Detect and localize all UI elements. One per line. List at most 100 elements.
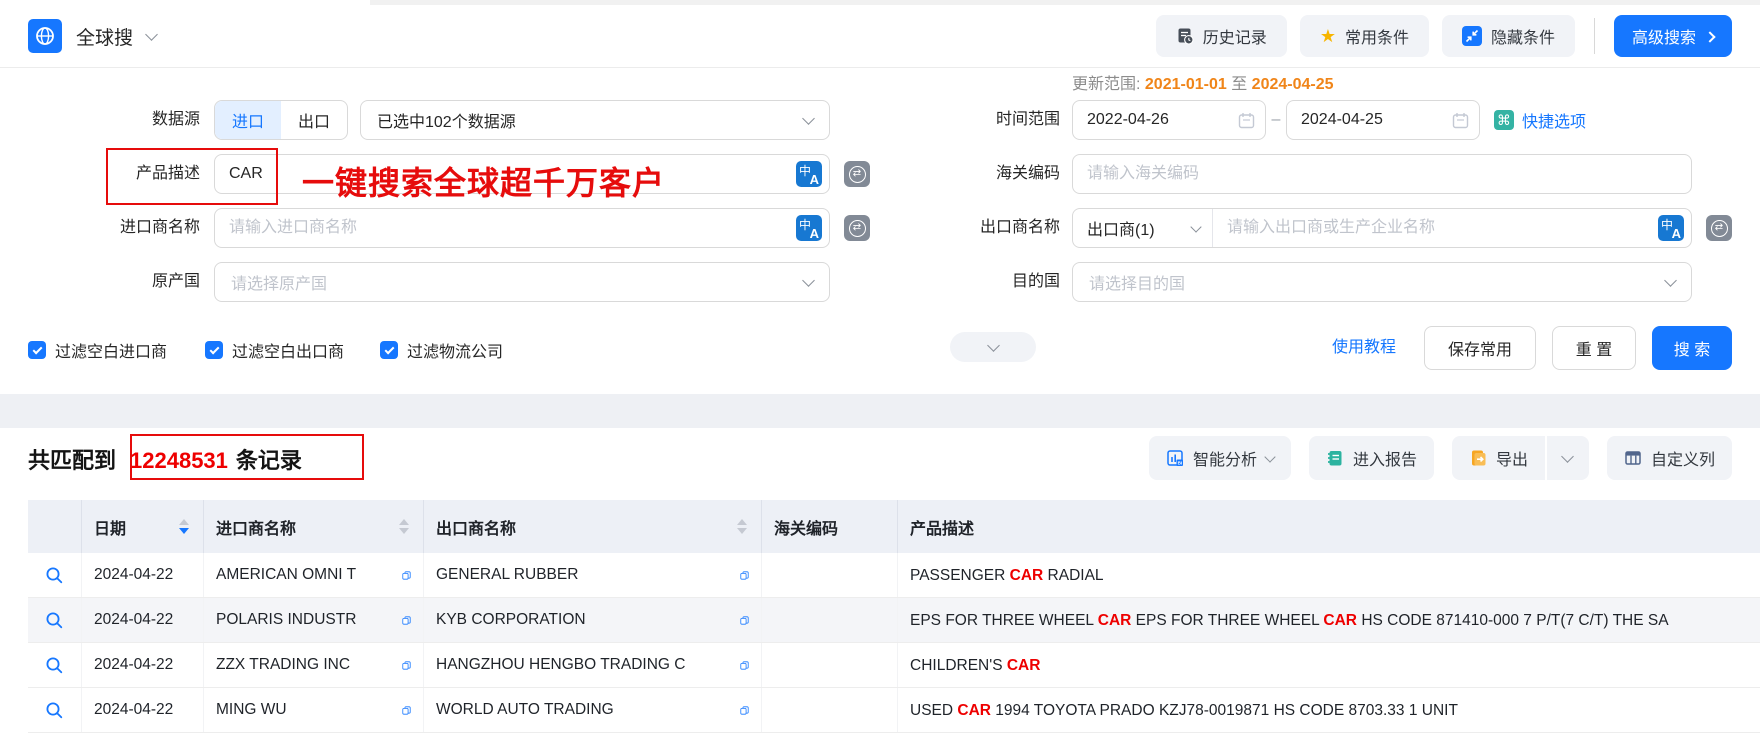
translate-icon[interactable]: 中A bbox=[796, 161, 822, 187]
copy-icon[interactable] bbox=[394, 567, 411, 584]
row-exporter-cell: KYB CORPORATION bbox=[424, 598, 762, 642]
sort-control-date[interactable] bbox=[179, 519, 193, 534]
expand-more-conditions-button[interactable] bbox=[950, 332, 1036, 362]
table-row[interactable]: 2024-04-22 POLARIS INDUSTR KYB CORPORATI… bbox=[28, 598, 1760, 643]
exporter-name-input[interactable] bbox=[1213, 209, 1658, 247]
header-exporter-label: 出口商名称 bbox=[436, 520, 517, 538]
hs-code-input[interactable] bbox=[1073, 155, 1691, 193]
smart-analysis-button[interactable]: BI 智能分析 bbox=[1148, 436, 1291, 480]
row-detail-cell[interactable] bbox=[28, 688, 82, 732]
hide-conditions-button[interactable]: 隐藏条件 bbox=[1441, 15, 1575, 57]
copy-icon[interactable] bbox=[394, 657, 411, 674]
checkbox-checked-icon bbox=[205, 341, 223, 359]
report-icon bbox=[1327, 451, 1342, 466]
exporter-type-select[interactable]: 出口商(1) bbox=[1073, 209, 1213, 247]
row-importer-name: AMERICAN OMNI T bbox=[216, 566, 357, 583]
row-importer-name: ZZX TRADING INC bbox=[216, 656, 351, 673]
date-end-value: 2024-04-25 bbox=[1301, 111, 1383, 128]
hs-code-field bbox=[1072, 154, 1692, 194]
filter-label: 过滤空白进口商 bbox=[55, 344, 168, 361]
export-more-button[interactable] bbox=[1546, 436, 1589, 480]
table-row[interactable]: 2024-04-22 AMERICAN OMNI T GENERAL RUBBE… bbox=[28, 553, 1760, 598]
history-icon bbox=[1178, 28, 1194, 45]
copy-icon[interactable] bbox=[732, 702, 749, 719]
custom-columns-label: 自定义列 bbox=[1650, 452, 1715, 469]
shortcut-options-link[interactable]: ⌘ 快捷选项 bbox=[1494, 100, 1586, 140]
table-row[interactable]: 2024-04-22 ZZX TRADING INC HANGZHOU HENG… bbox=[28, 643, 1760, 688]
custom-columns-button[interactable]: 自定义列 bbox=[1606, 436, 1732, 480]
calendar-icon bbox=[1452, 112, 1469, 128]
product-desc-input[interactable] bbox=[215, 155, 796, 193]
copy-icon[interactable] bbox=[732, 612, 749, 629]
row-date: 2024-04-22 bbox=[82, 598, 204, 642]
favorites-button[interactable]: ★ 常用条件 bbox=[1299, 15, 1429, 57]
chevron-down-icon[interactable] bbox=[145, 27, 158, 41]
row-detail-cell[interactable] bbox=[28, 598, 82, 642]
header-description: 产品描述 bbox=[898, 500, 1760, 553]
magnifier-icon bbox=[46, 657, 63, 673]
sort-control-importer[interactable] bbox=[399, 519, 413, 534]
bi-analysis-icon: BI bbox=[1167, 450, 1183, 466]
date-end-input[interactable]: 2024-04-25 bbox=[1286, 100, 1480, 140]
row-date: 2024-04-22 bbox=[82, 553, 204, 597]
results-summary: 共匹配到 12248531 条记录 bbox=[28, 443, 302, 475]
sort-control-exporter[interactable] bbox=[737, 519, 751, 534]
date-start-input[interactable]: 2022-04-26 bbox=[1072, 100, 1266, 140]
chevron-down-icon bbox=[802, 274, 815, 287]
row-exporter-cell: HANGZHOU HENGBO TRADING C bbox=[424, 643, 762, 687]
save-favorite-button[interactable]: 保存常用 bbox=[1424, 326, 1536, 370]
search-button[interactable]: 搜 索 bbox=[1652, 326, 1732, 370]
row-description-cell: PASSENGER CAR RADIAL bbox=[898, 553, 1760, 597]
origin-country-label: 原产国 bbox=[151, 273, 200, 290]
filter-blank-importer-checkbox[interactable]: 过滤空白进口商 bbox=[28, 338, 167, 362]
destination-country-select[interactable]: 请选择目的国 bbox=[1072, 262, 1692, 302]
results-actions: BI 智能分析 进入报告 导出 自定义列 bbox=[1148, 436, 1732, 480]
shortcut-options-label: 快捷选项 bbox=[1522, 114, 1587, 131]
copy-icon[interactable] bbox=[732, 657, 749, 674]
reset-button[interactable]: 重 置 bbox=[1552, 326, 1636, 370]
row-detail-cell[interactable] bbox=[28, 643, 82, 687]
filter-logistics-checkbox[interactable]: 过滤物流公司 bbox=[380, 338, 503, 362]
header-hscode: 海关编码 bbox=[762, 500, 898, 553]
translate-icon[interactable]: 中A bbox=[1658, 215, 1684, 241]
history-button[interactable]: 历史记录 bbox=[1155, 15, 1287, 57]
chevron-down-icon bbox=[802, 112, 815, 125]
row-importer-name: POLARIS INDUSTR bbox=[216, 611, 357, 628]
filter-label: 过滤物流公司 bbox=[407, 344, 504, 361]
favorites-button-label: 常用条件 bbox=[1344, 30, 1409, 47]
top-bar-actions: 历史记录 ★ 常用条件 隐藏条件 高级搜索 bbox=[1155, 15, 1732, 57]
section-divider bbox=[0, 394, 1760, 428]
advanced-search-label: 高级搜索 bbox=[1631, 30, 1696, 47]
synonym-toggle-icon[interactable]: ⇄ bbox=[844, 161, 870, 187]
header-date: 日期 bbox=[82, 500, 204, 553]
update-range-start: 2021-01-01 bbox=[1144, 76, 1227, 93]
copy-icon[interactable] bbox=[732, 567, 749, 584]
global-search-page: 全球搜 历史记录 ★ 常用条件 隐藏条件 高级搜索 更新范围: 2021-01-… bbox=[0, 0, 1760, 733]
chevron-down-icon bbox=[986, 339, 1000, 352]
destination-country-placeholder: 请选择目的国 bbox=[1089, 276, 1186, 293]
synonym-toggle-icon[interactable]: ⇄ bbox=[844, 215, 870, 241]
export-split-button: 导出 bbox=[1451, 436, 1589, 480]
translate-icon[interactable]: 中A bbox=[796, 215, 822, 241]
origin-country-select[interactable]: 请选择原产国 bbox=[214, 262, 830, 302]
tab-export[interactable]: 出口 bbox=[281, 101, 347, 139]
export-button[interactable]: 导出 bbox=[1451, 436, 1545, 480]
update-range-separator: 至 bbox=[1231, 76, 1248, 93]
tutorial-link[interactable]: 使用教程 bbox=[1332, 326, 1396, 370]
row-detail-cell[interactable] bbox=[28, 553, 82, 597]
synonym-toggle-icon[interactable]: ⇄ bbox=[1706, 215, 1732, 241]
record-count: 12248531 bbox=[130, 448, 228, 473]
magnifier-icon bbox=[46, 702, 63, 718]
chevron-down-icon bbox=[1561, 450, 1575, 463]
advanced-search-button[interactable]: 高级搜索 bbox=[1613, 15, 1732, 57]
table-row[interactable]: 2024-04-22 MING WU WORLD AUTO TRADING US… bbox=[28, 688, 1760, 733]
enter-report-button[interactable]: 进入报告 bbox=[1308, 436, 1434, 480]
checkbox-checked-icon bbox=[380, 341, 398, 359]
tab-import[interactable]: 进口 bbox=[215, 101, 281, 139]
filter-blank-exporter-checkbox[interactable]: 过滤空白出口商 bbox=[205, 338, 344, 362]
data-source-label: 数据源 bbox=[151, 111, 200, 128]
copy-icon[interactable] bbox=[394, 612, 411, 629]
importer-name-input[interactable] bbox=[215, 209, 796, 247]
data-source-select[interactable]: 已选中102个数据源 bbox=[360, 100, 830, 140]
copy-icon[interactable] bbox=[394, 702, 411, 719]
